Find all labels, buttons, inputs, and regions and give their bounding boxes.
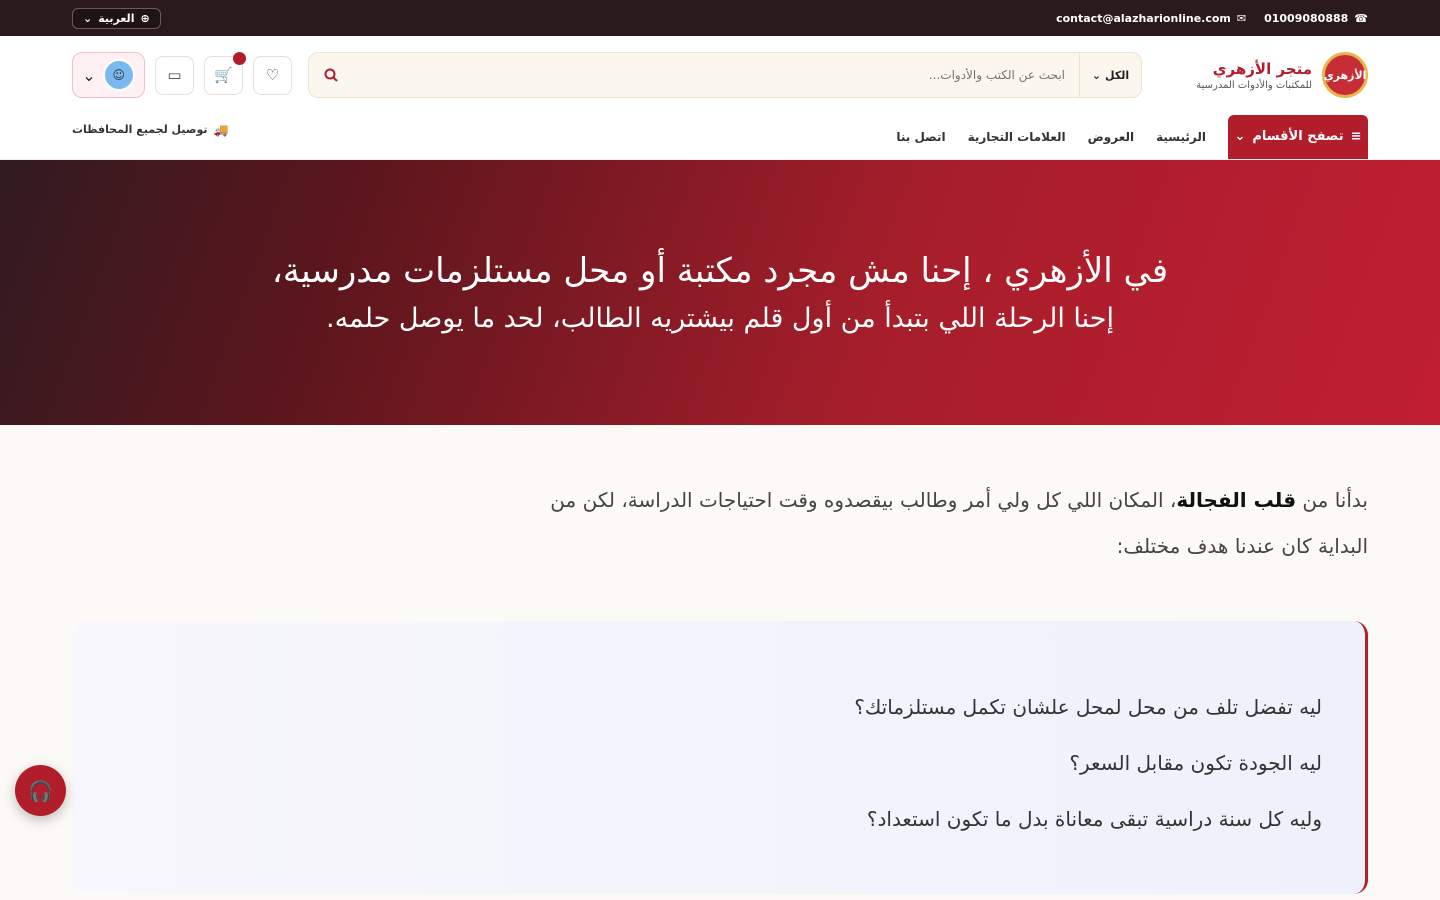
contact-info: ☎ 01009080888 ✉ contact@alazharionline.c… [1056, 12, 1368, 25]
nav-links: ≡ تصفح الأقسام ⌄ الرئيسية العروض العلاما… [896, 114, 1368, 159]
nav-home[interactable]: الرئيسية [1156, 130, 1206, 144]
question-item: ليه تفضل تلف من محل لمحل علشان تكمل مستل… [854, 695, 1322, 719]
search-button[interactable] [309, 67, 353, 83]
about-content: بدأنا من قلب الفجالة، المكان اللي كل ولي… [0, 425, 1440, 894]
nav-contact[interactable]: اتصل بنا [896, 130, 945, 144]
intro-prefix: بدأنا من [1296, 488, 1368, 512]
chevron-down-icon: ⌄ [1091, 68, 1102, 82]
logo-text: متجر الأزهري للمكتبات والأدوات المدرسية [1196, 60, 1312, 91]
wishlist-button[interactable]: ♡ [253, 55, 292, 95]
nav-brands[interactable]: العلامات التجارية [968, 130, 1066, 144]
top-bar: ☎ 01009080888 ✉ contact@alazharionline.c… [0, 0, 1440, 36]
phone-number[interactable]: 01009080888 [1264, 12, 1348, 25]
question-item: وليه كل سنة دراسية تبقى معاناة بدل ما تك… [866, 807, 1322, 831]
phone-icon: ☎ [1354, 11, 1368, 25]
profile-menu-button[interactable]: ☺ ⌄ [72, 52, 145, 98]
cart-badge [233, 51, 246, 65]
logo-mark: الأزهري [1322, 52, 1368, 98]
chevron-down-icon: ⌄ [82, 65, 96, 85]
ticket-icon: ▭ [167, 66, 182, 84]
hero-title: في الأزهري ، إحنا مش مجرد مكتبة أو محل م… [271, 250, 1169, 291]
nav-offers[interactable]: العروض [1088, 130, 1134, 144]
chevron-down-icon: ⌄ [1234, 129, 1246, 144]
avatar: ☺ [102, 59, 135, 91]
question-item: ليه الجودة تكون مقابل السعر؟ [1069, 751, 1322, 775]
browse-categories-label: تصفح الأقسام [1252, 129, 1344, 144]
search-category-label: الكل [1105, 68, 1130, 82]
delivery-note: 🚚 توصيل لجميع المحافظات [72, 114, 228, 159]
phone-contact[interactable]: ☎ 01009080888 [1264, 12, 1368, 25]
chevron-down-icon: ⌄ [83, 11, 93, 25]
cart-icon: 🛒 [214, 66, 233, 84]
logo-subtitle: للمكتبات والأدوات المدرسية [1196, 79, 1312, 91]
logo-title: متجر الأزهري [1212, 59, 1312, 78]
globe-icon: ⊕ [140, 11, 150, 25]
search-bar: الكل ⌄ [308, 52, 1142, 98]
questions-card: ليه تفضل تلف من محل لمحل علشان تكمل مستل… [72, 621, 1368, 894]
heart-icon: ♡ [265, 66, 280, 84]
support-button[interactable]: 🎧 [15, 765, 66, 816]
intro-paragraph: بدأنا من قلب الفجالة، المكان اللي كل ولي… [517, 477, 1368, 569]
hero-subtitle: إحنا الرحلة اللي بتبدأ من أول قلم بيشتري… [326, 302, 1114, 334]
email-address[interactable]: contact@alazharionline.com [1056, 12, 1231, 25]
language-selector[interactable]: ⊕ العربية ⌄ [72, 7, 161, 29]
search-icon [324, 68, 338, 82]
menu-icon: ≡ [1350, 129, 1362, 144]
cart-button[interactable]: 🛒 [204, 51, 246, 95]
headset-icon: 🎧 [28, 778, 53, 803]
truck-icon: 🚚 [213, 122, 229, 137]
email-contact[interactable]: ✉ contact@alazharionline.com [1056, 12, 1246, 25]
mail-icon: ✉ [1236, 11, 1247, 25]
intro-emphasis: قلب الفجالة [1176, 488, 1297, 512]
hero-banner: في الأزهري ، إحنا مش مجرد مكتبة أو محل م… [0, 160, 1440, 425]
search-category-select[interactable]: الكل ⌄ [1079, 53, 1141, 97]
browse-categories-button[interactable]: ≡ تصفح الأقسام ⌄ [1228, 114, 1368, 159]
delivery-label: توصيل لجميع المحافظات [72, 123, 208, 136]
main-navigation: ≡ تصفح الأقسام ⌄ الرئيسية العروض العلاما… [0, 114, 1440, 160]
language-label: العربية [98, 11, 135, 25]
site-logo[interactable]: الأزهري متجر الأزهري للمكتبات والأدوات ا… [1158, 52, 1368, 98]
search-input[interactable] [353, 53, 1079, 97]
ticket-button[interactable]: ▭ [155, 55, 194, 95]
main-header: الأزهري متجر الأزهري للمكتبات والأدوات ا… [0, 36, 1440, 114]
header-actions: ♡ 🛒 ▭ ☺ ⌄ [72, 51, 292, 98]
